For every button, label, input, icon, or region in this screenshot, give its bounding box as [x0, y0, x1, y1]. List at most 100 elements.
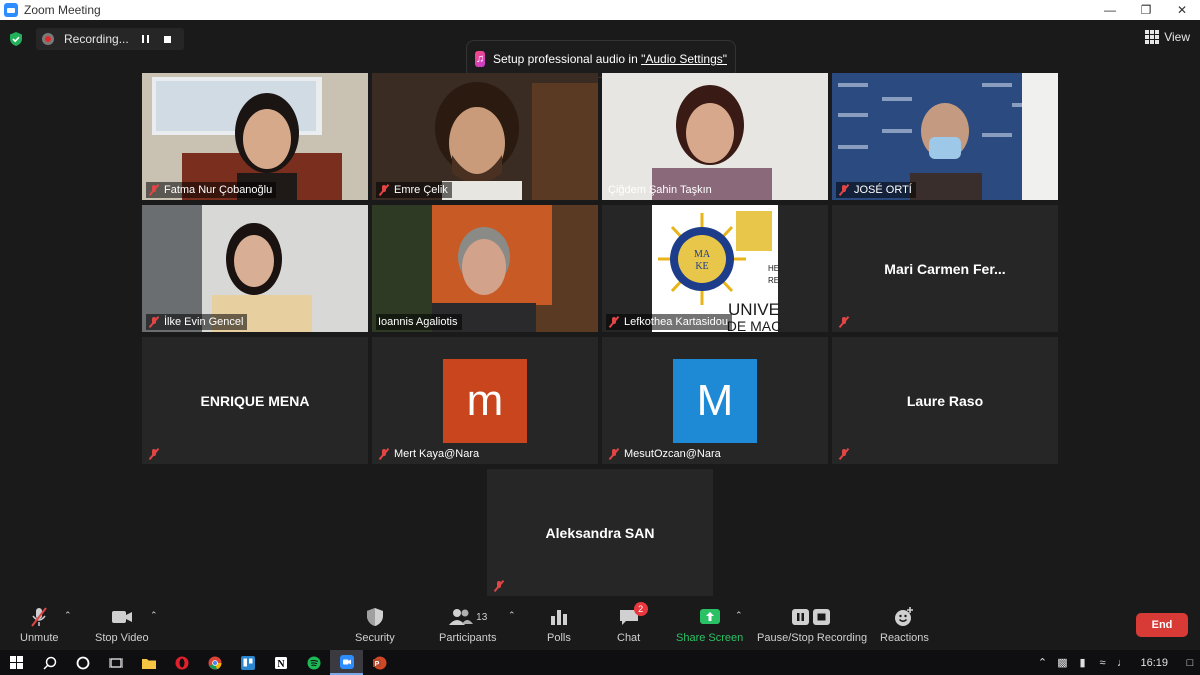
share-screen-button[interactable]: Share Screen: [676, 604, 743, 644]
trello-icon[interactable]: [231, 650, 264, 675]
participant-video: [372, 205, 598, 332]
participant-namebar: [836, 446, 858, 462]
share-screen-icon: [698, 604, 722, 630]
meet-now-icon[interactable]: ▩: [1052, 656, 1072, 669]
show-hidden-icons-icon[interactable]: ⌃: [1032, 656, 1052, 669]
notifications-icon[interactable]: □: [1180, 657, 1200, 669]
security-label: Security: [355, 632, 395, 644]
end-meeting-button[interactable]: End: [1136, 613, 1188, 637]
security-button[interactable]: Security: [355, 604, 395, 644]
participant-namebar: MesutOzcan@Nara: [606, 446, 725, 462]
participant-namebar: Mert Kaya@Nara: [376, 446, 483, 462]
svg-text:P: P: [374, 661, 379, 668]
view-label: View: [1164, 30, 1190, 44]
grid-view-icon: [1145, 30, 1160, 44]
participant-name: İlke Evin Gencel: [164, 316, 244, 328]
chrome-icon[interactable]: [198, 650, 231, 675]
university-logo: MA KE UNIVE DE MAC HE RE: [602, 205, 828, 332]
meeting-status-bar: Recording...: [8, 28, 184, 50]
zoom-icon[interactable]: [330, 650, 363, 675]
stop-video-button[interactable]: Stop Video: [95, 604, 149, 644]
participants-options-caret-icon[interactable]: ⌃: [508, 610, 516, 621]
participant-name: Fatma Nur Çobanoğlu: [164, 184, 273, 196]
windows-taskbar: N P ⌃ ▩ ▮ ≈ ♩ 16:19 □: [0, 650, 1200, 675]
participant-namebar: İlke Evin Gencel: [146, 314, 248, 330]
participant-video: [372, 73, 598, 200]
windows-start-icon[interactable]: [0, 650, 33, 675]
opera-icon[interactable]: [165, 650, 198, 675]
pause-recording-button[interactable]: [134, 31, 156, 47]
svg-text:N: N: [277, 659, 285, 670]
view-button[interactable]: View: [1145, 30, 1190, 44]
pause-icon: [141, 35, 149, 43]
svg-text:HE: HE: [768, 264, 779, 273]
video-camera-icon: [110, 604, 134, 630]
participant-name: Lefkothea Kartasidou: [624, 316, 728, 328]
participant-tile[interactable]: ENRIQUE MENA: [142, 337, 368, 464]
participant-name: Ioannis Agaliotis: [378, 316, 458, 328]
svg-text:RE: RE: [768, 276, 779, 285]
participant-tile[interactable]: M MesutOzcan@Nara: [602, 337, 828, 464]
taskbar-clock[interactable]: 16:19: [1140, 657, 1168, 669]
participant-tile[interactable]: JOSÉ ORTÍ: [832, 73, 1058, 200]
participant-tile[interactable]: m Mert Kaya@Nara: [372, 337, 598, 464]
audio-options-caret-icon[interactable]: ⌃: [64, 610, 72, 621]
notion-icon[interactable]: N: [264, 650, 297, 675]
search-icon[interactable]: [33, 650, 66, 675]
task-view-icon[interactable]: [99, 650, 132, 675]
pause-stop-recording-button[interactable]: Pause/Stop Recording: [757, 604, 867, 644]
participant-namebar: Fatma Nur Çobanoğlu: [146, 182, 277, 198]
participant-namebar: [836, 314, 858, 330]
battery-icon[interactable]: ▮: [1072, 656, 1092, 669]
participant-tile[interactable]: MA KE UNIVE DE MAC HE RE Lefkothea Karta…: [602, 205, 828, 332]
minimize-icon[interactable]: —: [1092, 0, 1128, 20]
participant-video: [832, 73, 1058, 200]
chat-label: Chat: [617, 632, 641, 644]
participant-display-name: ENRIQUE MENA: [200, 392, 310, 409]
volume-icon[interactable]: ♩: [1112, 657, 1132, 669]
video-options-caret-icon[interactable]: ⌃: [150, 610, 158, 621]
reactions-button[interactable]: Reactions: [880, 604, 929, 644]
participant-tile[interactable]: Aleksandra SAN: [487, 469, 713, 596]
mic-muted-icon: [838, 448, 850, 460]
chat-button[interactable]: 2 Chat: [617, 602, 648, 644]
participant-tile[interactable]: Çiğdem Şahin Taşkın: [602, 73, 828, 200]
participants-button[interactable]: 13 Participants: [439, 604, 496, 644]
participant-tile-active-speaker[interactable]: Ioannis Agaliotis: [372, 205, 598, 332]
window-title: Zoom Meeting: [24, 3, 101, 17]
audio-settings-link[interactable]: "Audio Settings": [641, 52, 727, 66]
unmute-button[interactable]: Unmute: [20, 604, 59, 644]
recording-controls-icon: [790, 604, 834, 630]
share-options-caret-icon[interactable]: ⌃: [735, 610, 743, 621]
mic-muted-icon: [838, 184, 850, 196]
participant-tile[interactable]: Fatma Nur Çobanoğlu: [142, 73, 368, 200]
powerpoint-icon[interactable]: P: [363, 650, 396, 675]
spotify-icon[interactable]: [297, 650, 330, 675]
close-icon[interactable]: ✕: [1164, 0, 1200, 20]
stop-recording-button[interactable]: [156, 31, 178, 47]
svg-text:MA: MA: [694, 249, 711, 260]
window-controls: — ❐ ✕: [1092, 0, 1200, 20]
participant-tile[interactable]: Laure Raso: [832, 337, 1058, 464]
svg-text:KE: KE: [695, 261, 708, 272]
banner-text: Setup professional audio in "Audio Setti…: [493, 52, 727, 66]
cortana-icon[interactable]: [66, 650, 99, 675]
participant-count: 13: [476, 611, 488, 623]
participant-tile[interactable]: Emre Çelik: [372, 73, 598, 200]
wifi-icon[interactable]: ≈: [1092, 657, 1112, 669]
meeting-toolbar: Unmute ⌃ Stop Video ⌃ Security 13 Partic…: [0, 600, 1200, 650]
polls-button[interactable]: Polls: [547, 604, 571, 644]
mic-muted-icon: [608, 448, 620, 460]
mic-muted-icon: [608, 316, 620, 328]
participant-tile[interactable]: İlke Evin Gencel: [142, 205, 368, 332]
stop-video-label: Stop Video: [95, 632, 149, 644]
mic-muted-icon: [148, 184, 160, 196]
participant-display-name: Aleksandra SAN: [545, 524, 655, 541]
participant-name: Emre Çelik: [394, 184, 448, 196]
file-explorer-icon[interactable]: [132, 650, 165, 675]
restore-icon[interactable]: ❐: [1128, 0, 1164, 20]
participant-tile[interactable]: Mari Carmen Fer...: [832, 205, 1058, 332]
shield-check-icon[interactable]: [8, 31, 24, 47]
zoom-app-icon: [4, 3, 18, 17]
window-titlebar: Zoom Meeting — ❐ ✕: [0, 0, 1200, 20]
